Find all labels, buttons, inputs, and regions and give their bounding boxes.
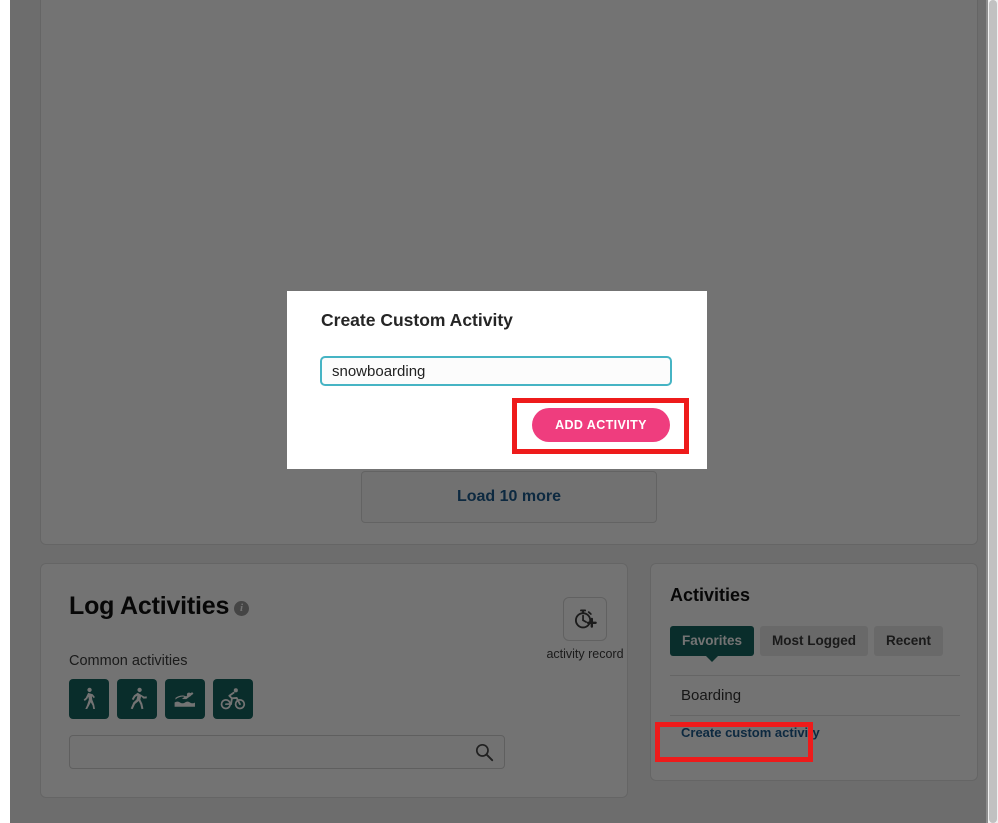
page-scrollbar-thumb[interactable] xyxy=(989,0,997,823)
add-activity-button[interactable]: ADD ACTIVITY xyxy=(532,408,670,442)
modal-input-wrapper xyxy=(320,356,672,386)
modal-title: Create Custom Activity xyxy=(321,310,513,330)
page-scrollbar-track[interactable] xyxy=(988,0,998,823)
custom-activity-name-input[interactable] xyxy=(320,356,672,386)
viewport-right-edge xyxy=(986,0,988,823)
page-root: Apr 15, 13:40Workout692N/A1:48:23138 cal… xyxy=(0,0,998,823)
create-custom-activity-modal: Create Custom Activity Cancel xyxy=(287,291,707,469)
